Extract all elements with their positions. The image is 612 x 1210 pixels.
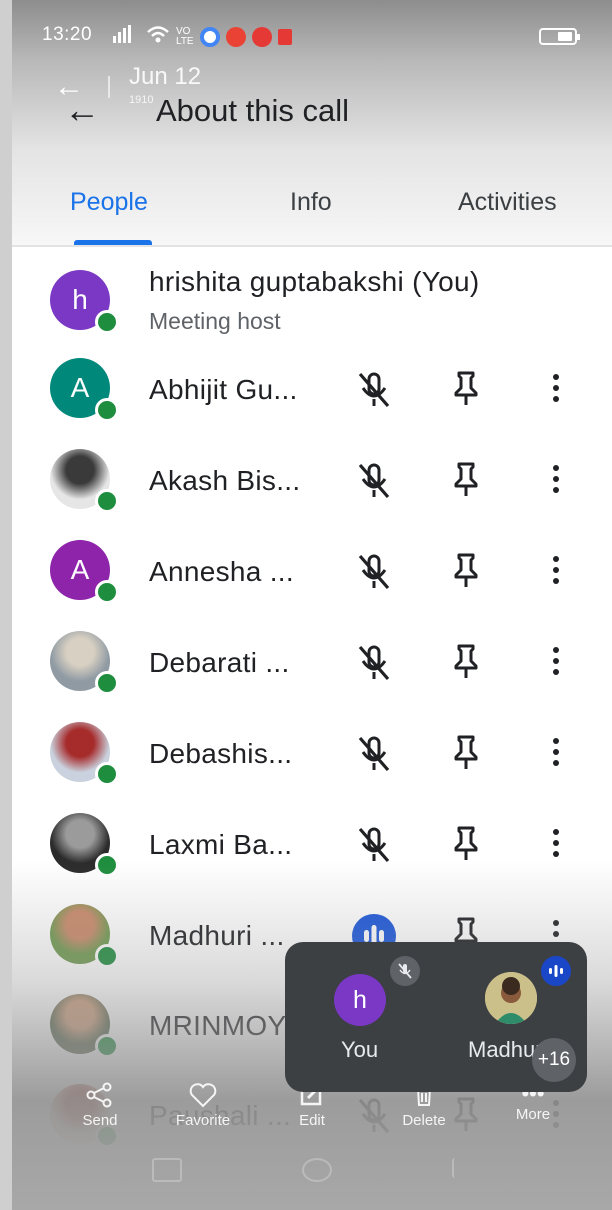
page-title: About this call: [156, 93, 349, 128]
participant-name: Annesha ...: [149, 556, 294, 587]
heart-icon: [189, 1083, 217, 1108]
gallery-delete-label: Delete: [402, 1112, 446, 1129]
share-icon: [86, 1082, 112, 1108]
participant-row[interactable]: Akash Bis...: [12, 435, 612, 525]
volte-icon: VO LTE: [176, 25, 194, 47]
nav-recents-icon: [152, 1158, 182, 1182]
nav-back-icon: [452, 1158, 480, 1178]
app-notification-icon: [225, 26, 246, 47]
pin-icon[interactable]: [444, 821, 488, 865]
ghost-subtext: 1910: [129, 94, 154, 106]
calendar-icon: [277, 28, 292, 45]
presence-dot: [95, 310, 119, 334]
presence-dot: [95, 762, 119, 786]
back-arrow-icon: ←: [64, 89, 100, 130]
more-options-icon[interactable]: [550, 556, 562, 589]
presence-dot: [95, 398, 119, 422]
status-time: 13:20: [42, 24, 93, 45]
pin-icon[interactable]: [444, 548, 488, 592]
battery-icon: [539, 28, 580, 45]
nav-home-icon: [302, 1158, 332, 1182]
participant-name: hrishita guptabakshi (You): [149, 266, 480, 297]
youtube-icon: [251, 26, 272, 47]
pip-self-label: You: [341, 1037, 379, 1062]
more-options-icon[interactable]: [550, 465, 562, 498]
participant-name: Debarati ...: [149, 647, 290, 678]
pin-icon[interactable]: [444, 457, 488, 501]
status-icons: VO LTE: [112, 24, 292, 49]
wifi-icon: [146, 24, 170, 49]
mic-off-icon[interactable]: [352, 641, 396, 685]
mic-off-icon[interactable]: [352, 368, 396, 412]
more-options-icon[interactable]: [550, 647, 562, 680]
more-options-icon[interactable]: [550, 738, 562, 771]
mic-off-icon[interactable]: [352, 459, 396, 503]
pin-icon[interactable]: [444, 730, 488, 774]
host-row[interactable]: h hrishita guptabakshi (You) Meeting hos…: [12, 262, 612, 352]
back-button[interactable]: ←: [64, 90, 100, 130]
participant-name: Abhijit Gu...: [149, 374, 298, 405]
more-options-icon[interactable]: [550, 374, 562, 407]
more-options-icon[interactable]: [550, 829, 562, 862]
gallery-favorite: Favorite: [168, 1082, 238, 1129]
screenshot-edge: [0, 0, 12, 1210]
pip-speaking-icon: [541, 956, 571, 986]
pip-speaker-avatar: [485, 972, 537, 1024]
participant-name: Akash Bis...: [149, 465, 301, 496]
presence-dot: [95, 580, 119, 604]
chrome-icon: [199, 26, 220, 47]
screen: 13:20 VO LTE ← Jun 12 1910 ← About this c…: [12, 0, 612, 1210]
tab-people[interactable]: People: [70, 188, 148, 217]
call-pip-window[interactable]: h You Madhuri +16: [285, 942, 587, 1092]
gallery-send: Send: [70, 1082, 130, 1129]
participant-name: Debashis...: [149, 738, 293, 769]
mic-off-icon[interactable]: [352, 550, 396, 594]
ghost-date: Jun 12: [129, 63, 202, 90]
presence-dot: [95, 489, 119, 513]
gallery-send-label: Send: [82, 1112, 118, 1129]
participant-row[interactable]: A Annesha ...: [12, 526, 612, 616]
participant-row[interactable]: Debashis...: [12, 708, 612, 798]
pip-self-avatar: h: [334, 974, 386, 1026]
pin-icon[interactable]: [444, 639, 488, 683]
signal-icon: [112, 24, 140, 49]
gallery-favorite-label: Favorite: [175, 1112, 231, 1129]
tab-info[interactable]: Info: [290, 188, 332, 217]
pip-more-participants-badge[interactable]: +16: [532, 1038, 576, 1082]
tab-activities[interactable]: Activities: [458, 188, 557, 217]
participant-row[interactable]: Debarati ...: [12, 617, 612, 707]
participant-role: Meeting host: [149, 308, 281, 334]
gallery-more-label: More: [515, 1106, 551, 1123]
tabs-divider: [12, 245, 612, 247]
participant-row[interactable]: A Abhijit Gu...: [12, 344, 612, 434]
pip-mic-off-icon: [390, 956, 420, 986]
presence-dot: [95, 671, 119, 695]
participant-name: Laxmi Ba...: [149, 829, 293, 860]
gallery-edit-label: Edit: [299, 1112, 325, 1129]
pin-icon[interactable]: [444, 366, 488, 410]
ghost-divider: [108, 76, 110, 98]
mic-off-icon[interactable]: [352, 732, 396, 776]
